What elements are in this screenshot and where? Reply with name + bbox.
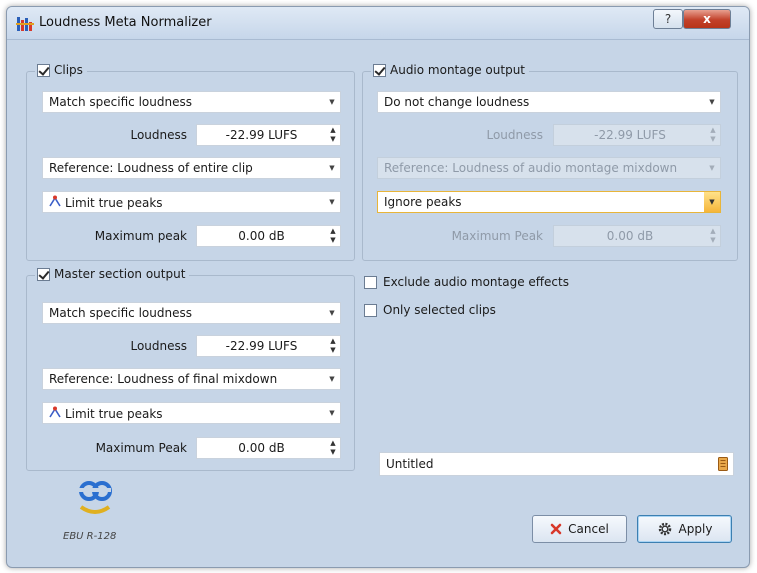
chevron-down-icon: ▼ (329, 375, 335, 383)
window-title: Loudness Meta Normalizer (39, 15, 212, 30)
ebu-r128-logo (79, 481, 112, 514)
clips-loudness-label: Loudness (130, 128, 187, 142)
montage-group-header[interactable]: Audio montage output (371, 63, 530, 77)
clips-label: Clips (54, 63, 83, 77)
master-reference-value: Reference: Loudness of final mixdown (49, 372, 278, 386)
montage-loudness-value[interactable]: -22.99 LUFS (554, 128, 706, 142)
chevron-down-icon: ▼ (704, 192, 720, 212)
clips-max-peak-value[interactable]: 0.00 dB (197, 229, 326, 243)
clips-mode-select[interactable]: Match specific loudness ▼ (42, 91, 341, 113)
montage-label: Audio montage output (390, 63, 526, 77)
chevron-down-icon: ▼ (709, 98, 715, 106)
master-loudness-label: Loudness (130, 339, 187, 353)
close-icon: x (703, 12, 711, 26)
exclude-effects-label: Exclude audio montage effects (383, 275, 569, 289)
chevron-down-icon: ▼ (709, 164, 715, 172)
master-mode-select[interactable]: Match specific loudness ▼ (42, 302, 341, 324)
true-peak-icon (49, 406, 61, 417)
title-bar[interactable]: Loudness Meta Normalizer ? x (7, 7, 749, 40)
cancel-button[interactable]: Cancel (532, 515, 627, 543)
montage-mode-select[interactable]: Do not change loudness ▼ (377, 91, 721, 113)
ebu-r128-label: EBU R-128 (63, 531, 117, 542)
clips-loudness-value[interactable]: -22.99 LUFS (197, 128, 326, 142)
master-max-peak-label: Maximum Peak (95, 441, 187, 455)
clips-max-peak-label: Maximum peak (94, 229, 187, 243)
only-selected-option[interactable]: Only selected clips (364, 303, 496, 317)
montage-loudness-spinbox[interactable]: -22.99 LUFS ▲ ▼ (553, 124, 721, 146)
only-selected-checkbox[interactable] (364, 303, 377, 317)
spinner-arrows-icon[interactable]: ▲ ▼ (326, 125, 340, 145)
true-peak-icon (49, 195, 61, 206)
preset-name[interactable]: Untitled (380, 457, 713, 471)
help-icon: ? (664, 12, 672, 26)
clips-mode-value: Match specific loudness (49, 95, 192, 109)
chevron-down-icon: ▼ (329, 198, 335, 206)
montage-loudness-label: Loudness (486, 128, 543, 142)
master-loudness-value[interactable]: -22.99 LUFS (197, 339, 326, 353)
master-peak-text: Limit true peaks (43, 406, 324, 421)
preset-save-icon[interactable] (713, 457, 733, 471)
spinner-arrows-icon[interactable]: ▲ ▼ (706, 226, 720, 246)
montage-reference-select[interactable]: Reference: Loudness of audio montage mix… (377, 157, 721, 179)
clips-reference-value: Reference: Loudness of entire clip (49, 161, 253, 175)
clips-reference-select[interactable]: Reference: Loudness of entire clip ▼ (42, 157, 341, 179)
master-peak-value: Limit true peaks (65, 406, 163, 421)
apply-gear-icon (658, 522, 671, 536)
only-selected-label: Only selected clips (383, 303, 496, 317)
apply-label: Apply (678, 522, 713, 536)
apply-button[interactable]: Apply (637, 515, 732, 543)
dialog-window: Loudness Meta Normalizer ? x Clips Match… (6, 6, 750, 568)
spinner-arrows-icon[interactable]: ▲ ▼ (706, 125, 720, 145)
chevron-down-icon: ▼ (329, 164, 335, 172)
montage-peak-select[interactable]: Ignore peaks ▼ (377, 191, 721, 213)
help-button[interactable]: ? (653, 9, 683, 29)
montage-max-peak-spinbox[interactable]: 0.00 dB ▲ ▼ (553, 225, 721, 247)
spinner-arrows-icon[interactable]: ▲ ▼ (326, 438, 340, 458)
chevron-down-icon: ▼ (329, 309, 335, 317)
clips-peak-text: Limit true peaks (43, 195, 324, 210)
close-button[interactable]: x (683, 9, 731, 29)
clips-max-peak-spinbox[interactable]: 0.00 dB ▲ ▼ (196, 225, 341, 247)
master-max-peak-spinbox[interactable]: 0.00 dB ▲ ▼ (196, 437, 341, 459)
exclude-effects-option[interactable]: Exclude audio montage effects (364, 275, 569, 289)
montage-mode-value: Do not change loudness (384, 95, 530, 109)
chevron-down-icon: ▼ (329, 98, 335, 106)
montage-max-peak-value[interactable]: 0.00 dB (554, 229, 706, 243)
master-label: Master section output (54, 267, 186, 281)
clips-peak-select[interactable]: Limit true peaks ▼ (42, 191, 341, 213)
master-mode-value: Match specific loudness (49, 306, 192, 320)
clips-peak-value: Limit true peaks (65, 195, 163, 210)
clips-group-header[interactable]: Clips (35, 63, 87, 77)
preset-field[interactable]: Untitled (379, 452, 734, 476)
montage-max-peak-label: Maximum Peak (451, 229, 543, 243)
master-max-peak-value[interactable]: 0.00 dB (197, 441, 326, 455)
clips-checkbox[interactable] (37, 63, 50, 77)
montage-checkbox[interactable] (373, 63, 386, 77)
cancel-x-icon (550, 523, 562, 535)
spinner-arrows-icon[interactable]: ▲ ▼ (326, 336, 340, 356)
exclude-effects-checkbox[interactable] (364, 275, 377, 289)
montage-peak-value: Ignore peaks (384, 195, 462, 209)
master-checkbox[interactable] (37, 267, 50, 281)
montage-reference-value: Reference: Loudness of audio montage mix… (384, 161, 678, 175)
loudness-normalizer-icon (16, 17, 34, 31)
master-loudness-spinbox[interactable]: -22.99 LUFS ▲ ▼ (196, 335, 341, 357)
chevron-down-icon: ▼ (329, 409, 335, 417)
master-reference-select[interactable]: Reference: Loudness of final mixdown ▼ (42, 368, 341, 390)
cancel-label: Cancel (568, 522, 609, 536)
spinner-arrows-icon[interactable]: ▲ ▼ (326, 226, 340, 246)
master-peak-select[interactable]: Limit true peaks ▼ (42, 402, 341, 424)
master-group-header[interactable]: Master section output (35, 267, 190, 281)
clips-loudness-spinbox[interactable]: -22.99 LUFS ▲ ▼ (196, 124, 341, 146)
